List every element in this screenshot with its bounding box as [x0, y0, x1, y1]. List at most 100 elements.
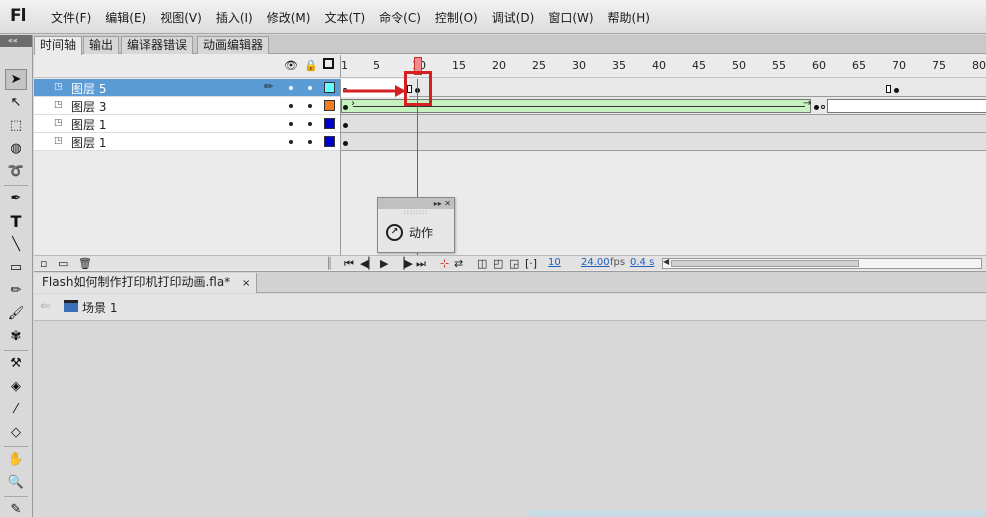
tab-output[interactable]: 输出 — [83, 36, 120, 54]
keyframe[interactable] — [343, 123, 348, 128]
menu-text[interactable]: 文本(T) — [317, 9, 372, 26]
layer-color-swatch[interactable] — [324, 82, 335, 93]
panel-titlebar[interactable]: ▸▸ ✕ — [378, 198, 454, 209]
stage-area[interactable] — [34, 322, 986, 517]
center-frame-icon[interactable]: ⊹ — [440, 257, 449, 270]
line-tool-icon[interactable]: ╲ — [5, 234, 27, 255]
frame-row[interactable] — [341, 79, 986, 97]
lock-dot[interactable] — [308, 140, 312, 144]
menu-control[interactable]: 控制(O) — [428, 9, 485, 26]
rectangle-tool-icon[interactable]: ▭ — [5, 257, 27, 278]
pen-tool-icon[interactable]: ✒ — [5, 188, 27, 209]
visibility-dot[interactable] — [289, 104, 293, 108]
tab-compiler-errors[interactable]: 编译器错误 — [121, 36, 194, 54]
lock-dot[interactable] — [308, 86, 312, 90]
loop-icon[interactable]: ⇄ — [454, 257, 463, 270]
layer-color-swatch[interactable] — [324, 136, 335, 147]
eraser-tool-icon[interactable]: ◇ — [5, 422, 27, 443]
stroke-color-icon[interactable]: ✎ — [5, 499, 27, 517]
visibility-dot[interactable] — [289, 122, 293, 126]
tab-timeline[interactable]: 时间轴 — [34, 36, 83, 55]
actions-button[interactable]: ↗ 动作 — [386, 224, 433, 241]
menu-view[interactable]: 视图(V) — [153, 9, 209, 26]
visibility-dot[interactable] — [289, 86, 293, 90]
layer-row-1b[interactable]: ◳ 图层 1 — [34, 133, 340, 151]
bone-tool-icon[interactable]: ⚒ — [5, 353, 27, 374]
menu-items: 文件(F) 编辑(E) 视图(V) 插入(I) 修改(M) 文本(T) 命令(C… — [44, 9, 657, 26]
eyedropper-tool-icon[interactable]: ⁄ — [5, 399, 27, 420]
lock-dot[interactable] — [308, 122, 312, 126]
text-tool-icon[interactable]: T — [5, 211, 27, 232]
frame-row[interactable] — [341, 115, 986, 133]
keyframe[interactable] — [343, 141, 348, 146]
keyframe[interactable] — [894, 88, 899, 93]
back-arrow-icon[interactable]: ⇐ — [40, 299, 51, 314]
blank-keyframe[interactable] — [886, 85, 891, 93]
step-back-icon[interactable]: ◀▏ — [360, 257, 377, 270]
free-transform-tool-icon[interactable]: ⬚ — [5, 115, 27, 136]
menu-edit[interactable]: 编辑(E) — [98, 9, 153, 26]
menu-debug[interactable]: 调试(D) — [485, 9, 542, 26]
play-icon[interactable]: ▶ — [380, 257, 388, 270]
zoom-tool-icon[interactable]: 🔍 — [5, 472, 27, 493]
lock-dot[interactable] — [308, 104, 312, 108]
scroll-left-icon[interactable]: ◀ — [663, 257, 669, 266]
deco-tool-icon[interactable]: ✾ — [5, 326, 27, 347]
keyframe[interactable] — [814, 105, 819, 110]
tab-motion-editor[interactable]: 动画编辑器 — [197, 36, 270, 54]
go-last-frame-icon[interactable]: ⏭ — [416, 257, 426, 271]
menu-window[interactable]: 窗口(W) — [541, 9, 600, 26]
show-hide-icon[interactable]: 👁 — [284, 59, 298, 72]
selection-tool-icon[interactable]: ➤ — [5, 69, 27, 90]
menu-file[interactable]: 文件(F) — [44, 9, 98, 26]
modify-markers-icon[interactable]: [·] — [525, 257, 537, 270]
resize-grip-icon[interactable]: ║ — [326, 257, 333, 270]
new-folder-icon[interactable]: ▭ — [58, 257, 68, 270]
onion-outlines-icon[interactable]: ◰ — [493, 257, 503, 270]
close-icon[interactable]: × — [242, 278, 250, 289]
ruler-label: 5 — [373, 59, 380, 72]
paint-bucket-tool-icon[interactable]: ◈ — [5, 376, 27, 397]
frame-rate-value[interactable]: 24.00 — [581, 257, 610, 268]
panel-grip[interactable]: :::::::: — [378, 209, 454, 217]
menu-commands[interactable]: 命令(C) — [372, 9, 428, 26]
scene-label[interactable]: 场景 1 — [82, 299, 117, 316]
delete-layer-icon[interactable]: 🗑 — [78, 257, 92, 270]
current-frame[interactable]: 10 — [548, 257, 561, 268]
frame-ruler[interactable]: 1 5 10 15 20 25 30 35 40 45 50 55 60 65 … — [340, 55, 986, 78]
keyframe[interactable] — [821, 105, 825, 109]
go-first-frame-icon[interactable]: ⏮ — [344, 257, 354, 271]
elapsed-time[interactable]: 0.4 s — [630, 257, 654, 268]
menu-modify[interactable]: 修改(M) — [260, 9, 318, 26]
hand-tool-icon[interactable]: ✋ — [5, 449, 27, 470]
step-forward-icon[interactable]: ▕▶ — [396, 257, 413, 270]
tools-collapse-button[interactable]: «« — [0, 35, 32, 47]
keyframe[interactable] — [343, 105, 348, 110]
layer-color-swatch[interactable] — [324, 118, 335, 129]
frame-row[interactable] — [341, 133, 986, 151]
onion-skin-icon[interactable]: ◫ — [477, 257, 487, 270]
edit-multiple-frames-icon[interactable]: ◲ — [509, 257, 519, 270]
menu-help[interactable]: 帮助(H) — [601, 9, 657, 26]
visibility-dot[interactable] — [289, 140, 293, 144]
outline-icon[interactable] — [323, 58, 334, 69]
brush-tool-icon[interactable]: 🖌 — [5, 303, 27, 324]
subselection-tool-icon[interactable]: ↖ — [5, 92, 27, 113]
layer-icon: ◳ — [54, 82, 63, 92]
menu-insert[interactable]: 插入(I) — [209, 9, 260, 26]
frame-row[interactable]: › → — [341, 97, 986, 115]
timeline-scrollbar[interactable]: ◀ — [662, 257, 982, 269]
3d-rotation-tool-icon[interactable]: ◍ — [5, 138, 27, 159]
stage-edge — [530, 510, 986, 517]
layer-color-swatch[interactable] — [324, 100, 335, 111]
lasso-tool-icon[interactable]: ➰ — [5, 161, 27, 182]
new-layer-icon[interactable]: ▫ — [40, 257, 47, 270]
lock-icon[interactable]: 🔒 — [304, 59, 318, 72]
menu-bar: Fl 文件(F) 编辑(E) 视图(V) 插入(I) 修改(M) 文本(T) 命… — [0, 0, 986, 34]
scrollbar-thumb[interactable] — [671, 260, 859, 267]
pencil-tool-icon[interactable]: ✏ — [5, 280, 27, 301]
layer-row-1a[interactable]: ◳ 图层 1 — [34, 115, 340, 133]
layer-row-3[interactable]: ◳ 图层 3 — [34, 97, 340, 115]
document-tab[interactable]: Flash如何制作打印机打印动画.fla* × — [34, 273, 258, 293]
layer-row-5[interactable]: ◳ 图层 5 ✏ — [34, 79, 340, 97]
